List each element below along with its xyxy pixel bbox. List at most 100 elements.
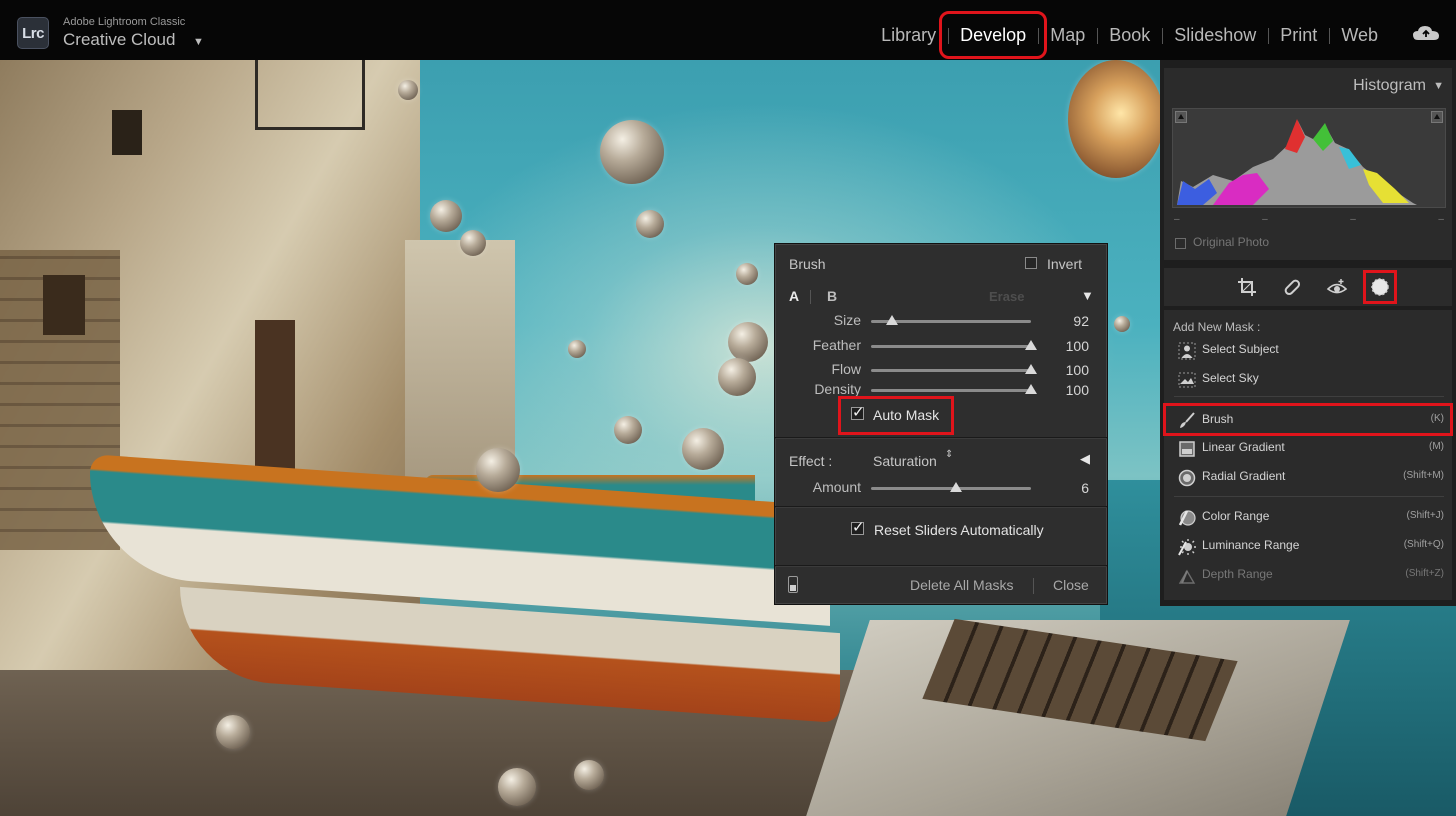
floating-sphere bbox=[430, 200, 462, 232]
module-develop[interactable]: Develop bbox=[939, 11, 1048, 59]
cloud-sync-icon[interactable] bbox=[1412, 24, 1440, 42]
size-label: Size bbox=[833, 312, 861, 328]
module-library[interactable]: Library bbox=[869, 20, 948, 50]
dropdown-updown-icon[interactable]: ⇕ bbox=[945, 450, 953, 460]
mask-item-label: Color Range bbox=[1202, 509, 1270, 523]
reset-sliders-label[interactable]: Reset Sliders Automatically bbox=[874, 522, 1044, 538]
mask-item-label: Select Subject bbox=[1202, 342, 1279, 356]
floating-sphere bbox=[1114, 316, 1130, 332]
density-value[interactable]: 100 bbox=[1045, 382, 1089, 398]
module-book[interactable]: Book bbox=[1097, 20, 1162, 50]
floating-sphere bbox=[476, 448, 520, 492]
mask-divider bbox=[1174, 496, 1444, 497]
amount-slider-thumb[interactable] bbox=[949, 482, 962, 492]
color-range-icon bbox=[1178, 510, 1196, 526]
depth-range-button[interactable]: Depth Range (Shift+Z) bbox=[1164, 561, 1452, 589]
floating-sphere bbox=[728, 322, 768, 362]
module-map[interactable]: Map bbox=[1038, 20, 1097, 50]
flow-value[interactable]: 100 bbox=[1045, 362, 1089, 378]
histogram-info: – – – – bbox=[1174, 214, 1444, 225]
reset-sliders-checkbox[interactable] bbox=[851, 518, 865, 536]
brush-icon bbox=[1180, 412, 1195, 428]
sky-icon bbox=[1178, 372, 1196, 388]
mask-item-label: Radial Gradient bbox=[1202, 469, 1286, 483]
histogram-dash: – bbox=[1438, 214, 1444, 225]
histogram-collapse-icon[interactable]: ▼ bbox=[1433, 80, 1444, 92]
brush-tab-b[interactable]: B bbox=[827, 288, 837, 304]
color-range-button[interactable]: Color Range (Shift+J) bbox=[1164, 503, 1452, 531]
floating-sphere bbox=[636, 210, 664, 238]
red-eye-icon[interactable] bbox=[1324, 274, 1350, 300]
delete-all-masks-button[interactable]: Delete All Masks bbox=[910, 577, 1013, 593]
radial-gradient-button[interactable]: Radial Gradient (Shift+M) bbox=[1164, 463, 1452, 491]
histogram-graph[interactable] bbox=[1172, 108, 1446, 208]
mask-item-shortcut: (M) bbox=[1429, 441, 1444, 452]
floating-sphere bbox=[498, 768, 536, 806]
floating-sphere bbox=[614, 416, 642, 444]
masking-icon[interactable] bbox=[1363, 270, 1397, 304]
density-slider[interactable] bbox=[871, 384, 1037, 394]
collapse-triangle-icon[interactable]: ▼ bbox=[1081, 288, 1094, 303]
original-photo-label[interactable]: Original Photo bbox=[1193, 235, 1269, 249]
close-button[interactable]: Close bbox=[1053, 577, 1089, 593]
floating-sphere bbox=[736, 263, 758, 285]
panel-divider bbox=[775, 565, 1107, 566]
select-subject-button[interactable]: Select Subject bbox=[1164, 336, 1452, 364]
auto-mask-label[interactable]: Auto Mask bbox=[873, 407, 939, 423]
size-slider-thumb[interactable] bbox=[885, 315, 898, 325]
original-photo-checkbox[interactable] bbox=[1175, 238, 1186, 249]
flow-label: Flow bbox=[831, 361, 861, 377]
top-bar: Lrc Adobe Lightroom Classic Creative Clo… bbox=[0, 0, 1456, 60]
histogram-dash: – bbox=[1262, 214, 1268, 225]
panel-divider bbox=[775, 437, 1107, 438]
module-web[interactable]: Web bbox=[1329, 20, 1390, 50]
luminance-range-button[interactable]: Luminance Range (Shift+Q) bbox=[1164, 532, 1452, 560]
amount-slider[interactable] bbox=[871, 482, 1031, 492]
brush-tab-a[interactable]: A bbox=[789, 288, 799, 304]
module-print[interactable]: Print bbox=[1268, 20, 1329, 50]
auto-mask-checkbox[interactable] bbox=[851, 403, 865, 421]
wall-window bbox=[112, 110, 142, 155]
effect-dropdown[interactable]: Saturation bbox=[873, 453, 937, 469]
amount-value[interactable]: 6 bbox=[1045, 480, 1089, 496]
brush-mask-button[interactable]: Brush (K) bbox=[1163, 403, 1453, 436]
density-slider-thumb[interactable] bbox=[1025, 384, 1037, 394]
flow-slider-thumb[interactable] bbox=[1025, 364, 1037, 374]
invert-checkbox[interactable] bbox=[1025, 257, 1037, 269]
flow-slider[interactable] bbox=[871, 364, 1037, 374]
histogram-title[interactable]: Histogram bbox=[1353, 77, 1426, 95]
mask-item-label: Depth Range bbox=[1202, 567, 1273, 581]
floating-sphere bbox=[1068, 60, 1164, 178]
expand-effects-icon[interactable]: ◀ bbox=[1080, 451, 1090, 467]
luminance-range-icon bbox=[1178, 539, 1196, 556]
floating-sphere bbox=[398, 80, 418, 100]
feather-slider[interactable] bbox=[871, 340, 1037, 350]
crop-icon[interactable] bbox=[1234, 274, 1260, 300]
module-slideshow[interactable]: Slideshow bbox=[1162, 20, 1268, 50]
brush-tab-erase[interactable]: Erase bbox=[989, 289, 1024, 304]
histogram-plot bbox=[1177, 119, 1417, 205]
mask-item-shortcut: (Shift+J) bbox=[1406, 510, 1444, 521]
mask-divider bbox=[1174, 396, 1444, 397]
floating-sphere bbox=[718, 358, 756, 396]
invert-label[interactable]: Invert bbox=[1047, 256, 1082, 272]
feather-slider-thumb[interactable] bbox=[1025, 340, 1037, 350]
product-name: Adobe Lightroom Classic bbox=[63, 16, 186, 28]
healing-icon[interactable] bbox=[1279, 274, 1305, 300]
feather-value[interactable]: 100 bbox=[1045, 338, 1089, 354]
account-name[interactable]: Creative Cloud bbox=[63, 30, 175, 50]
auto-mask-toggle[interactable]: Auto Mask bbox=[838, 396, 954, 435]
masking-panel: Add New Mask : Select Subject Select Sky… bbox=[1163, 310, 1453, 600]
floating-sphere bbox=[600, 120, 664, 184]
linear-gradient-button[interactable]: Linear Gradient (M) bbox=[1164, 434, 1452, 462]
size-slider[interactable] bbox=[871, 315, 1031, 325]
account-menu-caret-icon[interactable]: ▼ bbox=[193, 36, 204, 48]
effect-label: Effect : bbox=[789, 453, 833, 469]
floating-sphere bbox=[682, 428, 724, 470]
floating-sphere bbox=[574, 760, 604, 790]
size-value[interactable]: 92 bbox=[1045, 313, 1089, 329]
panel-switch-icon[interactable] bbox=[788, 576, 798, 593]
mask-item-shortcut: (Shift+M) bbox=[1403, 470, 1444, 481]
floating-sphere bbox=[568, 340, 586, 358]
select-sky-button[interactable]: Select Sky bbox=[1164, 365, 1452, 393]
